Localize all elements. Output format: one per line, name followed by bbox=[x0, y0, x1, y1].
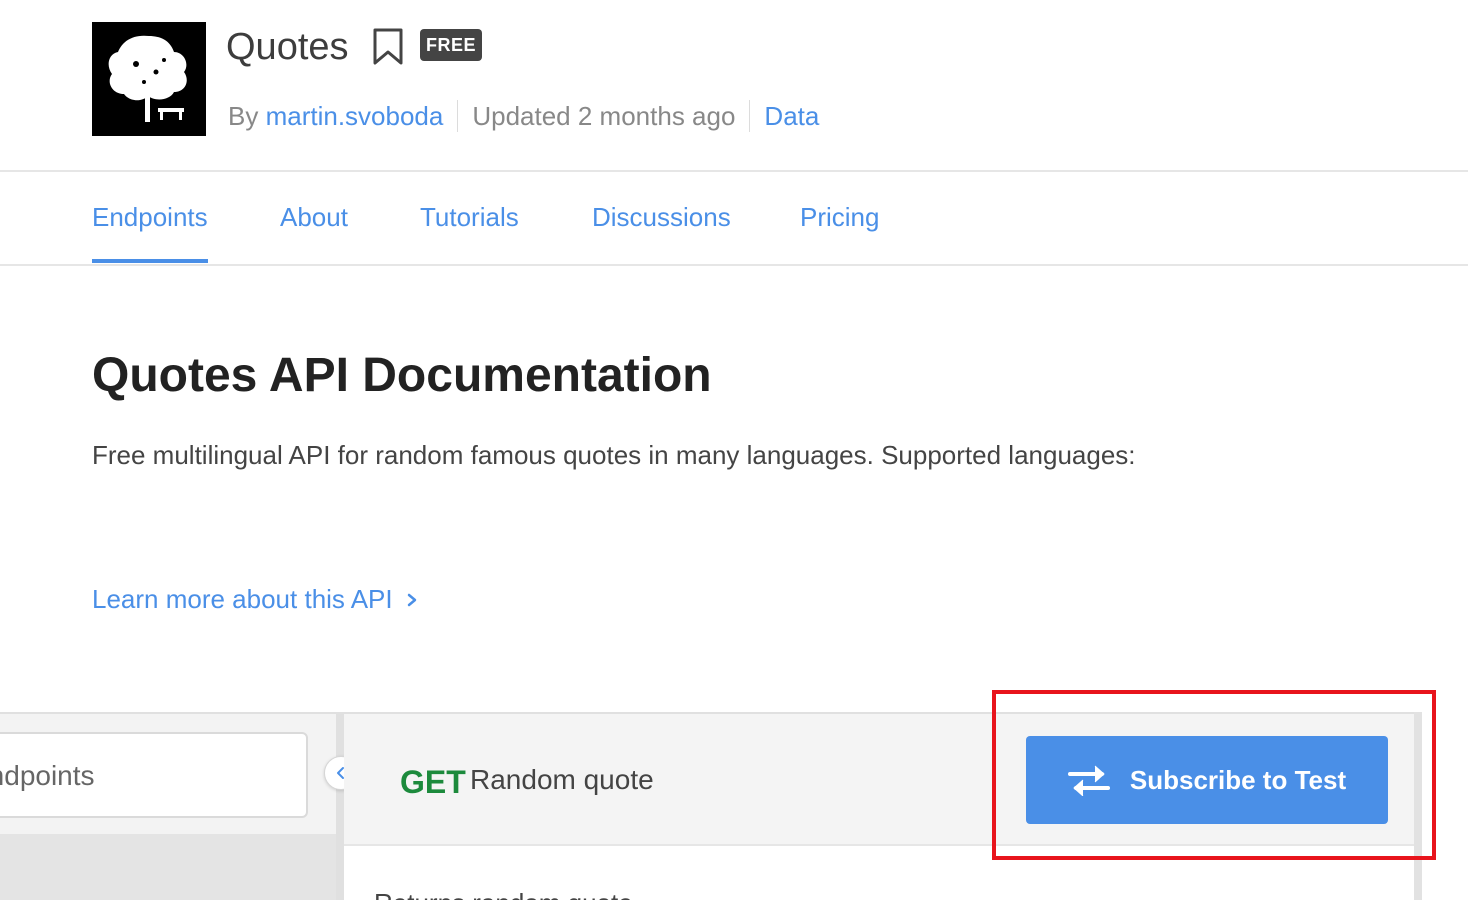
tab-endpoints[interactable]: Endpoints bbox=[92, 202, 208, 263]
learn-more-label: Learn more about this API bbox=[92, 584, 393, 614]
subscribe-to-test-button[interactable]: Subscribe to Test bbox=[1026, 736, 1388, 824]
category-link[interactable]: Data bbox=[764, 101, 819, 132]
endpoint-search-input[interactable]: Endpoints bbox=[0, 732, 308, 818]
api-title: Quotes bbox=[226, 26, 349, 68]
endpoint-header: GET Random quote Subscribe to Test bbox=[344, 712, 1420, 846]
meta-divider bbox=[749, 100, 751, 132]
tab-tutorials[interactable]: Tutorials bbox=[420, 202, 519, 233]
api-logo bbox=[92, 22, 206, 136]
by-label: By bbox=[228, 100, 259, 131]
doc-title: Quotes API Documentation bbox=[92, 349, 712, 402]
chevron-right-icon bbox=[407, 593, 416, 606]
api-tabs: Endpoints About Tutorials Discussions Pr… bbox=[0, 172, 1468, 266]
endpoint-name: Random quote bbox=[470, 764, 654, 795]
subscribe-label: Subscribe to Test bbox=[1129, 764, 1347, 795]
author-link[interactable]: martin.svoboda bbox=[266, 101, 444, 132]
tab-discussions[interactable]: Discussions bbox=[592, 202, 731, 233]
tree-logo-icon bbox=[92, 22, 206, 136]
panel-divider[interactable] bbox=[336, 712, 344, 900]
endpoint-description-area: Returns random quote bbox=[344, 846, 1414, 900]
endpoint-description: Returns random quote bbox=[374, 888, 633, 900]
scrollbar[interactable] bbox=[1414, 712, 1422, 900]
endpoints-panel: Endpoints GET Random quote Subscribe to … bbox=[0, 712, 1468, 900]
meta-divider bbox=[457, 100, 459, 132]
updated-text: Updated 2 months ago bbox=[472, 100, 736, 131]
free-badge: FREE bbox=[420, 29, 483, 61]
endpoints-sidebar: Endpoints bbox=[0, 712, 338, 900]
swap-arrows-icon bbox=[1067, 765, 1110, 796]
api-meta: By martin.svoboda Updated 2 months ago D… bbox=[228, 98, 819, 134]
tab-pricing[interactable]: Pricing bbox=[800, 202, 879, 233]
learn-more-link[interactable]: Learn more about this API bbox=[92, 584, 419, 615]
search-input-text: Endpoints bbox=[0, 760, 95, 791]
bookmark-icon[interactable] bbox=[372, 28, 404, 66]
api-header: Quotes FREE By martin.svoboda Updated 2 … bbox=[0, 0, 1468, 172]
tab-about[interactable]: About bbox=[280, 202, 348, 233]
sidebar-endpoint-group[interactable] bbox=[0, 834, 338, 900]
http-method-badge: GET bbox=[400, 764, 466, 800]
doc-description: Free multilingual API for random famous … bbox=[92, 440, 1136, 470]
